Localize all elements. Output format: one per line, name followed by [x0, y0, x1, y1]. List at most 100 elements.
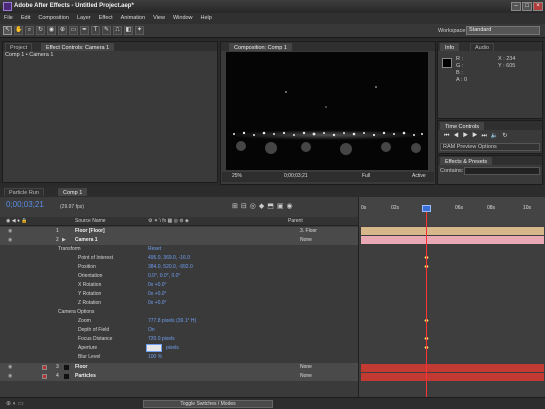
- maximize-button[interactable]: □: [522, 2, 532, 11]
- timeline-fps: (29.97 fps): [60, 204, 84, 210]
- layer-row-camera[interactable]: ◉ 2 ▶ Camera 1 None: [0, 236, 358, 245]
- close-button[interactable]: ×: [533, 2, 543, 11]
- tab-particle-run[interactable]: Particle Run: [4, 188, 44, 196]
- layer-row-floor-floor[interactable]: ◉ 1 Floor [Floor] 3. Floor: [0, 227, 358, 236]
- tab-composition[interactable]: Composition: Comp 1: [229, 43, 292, 51]
- mask-tool-icon[interactable]: ▭: [69, 26, 78, 35]
- zoom-dropdown[interactable]: 25%: [232, 173, 242, 179]
- menu-help[interactable]: Help: [197, 13, 216, 23]
- layer-row-particles[interactable]: ◉ 4 Particles None: [0, 372, 358, 381]
- eye-icon[interactable]: ◉: [8, 373, 12, 379]
- playback-controls[interactable]: ⏮◀▶▶⏭🔈↻: [444, 132, 511, 140]
- layer-name[interactable]: Floor: [75, 364, 88, 370]
- eye-icon[interactable]: ◉: [8, 237, 12, 243]
- menu-window[interactable]: Window: [169, 13, 197, 23]
- color-swatch: [442, 58, 452, 68]
- tab-comp-1[interactable]: Comp 1: [58, 188, 88, 196]
- layer-bar-camera[interactable]: [361, 236, 544, 244]
- property-row: X Rotation 0x +0.0°: [78, 282, 167, 288]
- source-name-header[interactable]: Source Name: [75, 218, 106, 224]
- parent-dropdown[interactable]: None: [300, 364, 312, 370]
- current-time-indicator-line: [426, 205, 427, 409]
- layer-number: 4: [56, 373, 59, 379]
- layer-bar-floor[interactable]: [361, 364, 544, 372]
- property-row: Zoom 777.8 pixels (39.1° H): [78, 318, 197, 324]
- tab-project[interactable]: Project: [5, 43, 33, 51]
- label-color-swatch[interactable]: [42, 374, 47, 379]
- property-row: Orientation 0.0°, 0.0°, 0.0°: [78, 273, 181, 279]
- eye-icon[interactable]: ◉: [8, 364, 12, 370]
- layer-name[interactable]: Camera 1: [75, 237, 98, 243]
- aperture-value-field[interactable]: [146, 344, 162, 352]
- timeline-track-area[interactable]: 0s 02s 04s 06s 08s 10s: [358, 197, 545, 409]
- timeline-status-bar: ⊕ ◐ ▭ Toggle Switches / Modes: [0, 397, 545, 409]
- layer-name[interactable]: Floor [Floor]: [75, 228, 105, 234]
- pan-behind-tool-icon[interactable]: ⊕: [58, 26, 67, 35]
- timeline-switch-icons[interactable]: ⊞⊟◎◆⬒▣◉: [232, 202, 296, 210]
- timeline-footer-icons[interactable]: ⊕ ◐ ▭: [6, 400, 24, 407]
- parent-header[interactable]: Parent: [288, 218, 303, 224]
- effect-controls-breadcrumb: Comp 1 • Camera 1: [5, 52, 54, 58]
- toggle-switches-modes-button[interactable]: Toggle Switches / Modes: [143, 400, 273, 408]
- layer-bar-floor-floor[interactable]: [361, 227, 544, 235]
- current-time-indicator[interactable]: [422, 205, 431, 212]
- eye-icon[interactable]: ◉: [8, 228, 12, 234]
- after-effects-app-icon: [3, 2, 12, 11]
- layer-number: 2: [56, 237, 59, 243]
- menu-view[interactable]: View: [149, 13, 169, 23]
- layer-row-floor[interactable]: ◉ 3 Floor None: [0, 363, 358, 372]
- menu-layer[interactable]: Layer: [73, 13, 95, 23]
- selection-tool-icon[interactable]: ↖: [3, 26, 12, 35]
- ram-preview-options[interactable]: RAM Preview Options: [440, 143, 540, 151]
- layer-column-header: ◉ ◀ ● 🔒 Source Name ⚙ ✶ \ fx ▦ ◎ ⊚ ◈ Par…: [0, 217, 358, 226]
- clone-stamp-tool-icon[interactable]: ⎍: [113, 26, 122, 35]
- info-g: G :: [456, 63, 464, 69]
- info-panel: Info Audio R : G : B : A : 0 X : 234 Y :…: [437, 41, 543, 119]
- effects-search-input[interactable]: [464, 167, 540, 175]
- rotation-tool-icon[interactable]: ↻: [36, 26, 45, 35]
- hand-tool-icon[interactable]: ✋: [14, 26, 23, 35]
- time-controls-panel: Time Controls ⏮◀▶▶⏭🔈↻ RAM Preview Option…: [437, 120, 543, 154]
- tab-effect-controls[interactable]: Effect Controls: Camera 1: [41, 43, 115, 51]
- property-row: Depth of Field On: [78, 327, 155, 333]
- composition-viewer[interactable]: [226, 52, 428, 170]
- tools-toolbar: ↖ ✋ ⌕ ↻ ◉ ⊕ ▭ ✒ T ✎ ⎍ ◧ ✦ Workspace: Sta…: [0, 24, 545, 38]
- resolution-dropdown[interactable]: Full: [362, 173, 370, 179]
- time-ruler[interactable]: 0s 02s 04s 06s 08s 10s: [359, 197, 545, 226]
- menu-animation[interactable]: Animation: [117, 13, 149, 23]
- parent-dropdown[interactable]: None: [300, 237, 312, 243]
- tab-effects-presets[interactable]: Effects & Presets: [440, 157, 493, 165]
- layer-bar-particles[interactable]: [361, 373, 544, 381]
- minimize-button[interactable]: –: [511, 2, 521, 11]
- zoom-tool-icon[interactable]: ⌕: [25, 26, 34, 35]
- pen-tool-icon[interactable]: ✒: [80, 26, 89, 35]
- property-row: Aperture pixels: [78, 344, 179, 352]
- contains-label: Contains:: [440, 168, 464, 174]
- current-time-display[interactable]: 0;00;03;21: [284, 173, 308, 179]
- menu-effect[interactable]: Effect: [95, 13, 117, 23]
- info-b: B :: [456, 70, 463, 76]
- camera-tool-icon[interactable]: ◉: [47, 26, 56, 35]
- puppet-tool-icon[interactable]: ✦: [135, 26, 144, 35]
- menu-file[interactable]: File: [0, 13, 17, 23]
- label-color-swatch[interactable]: [42, 365, 47, 370]
- eraser-tool-icon[interactable]: ◧: [124, 26, 133, 35]
- tab-audio[interactable]: Audio: [470, 43, 495, 51]
- property-row: Point of Interest 495.0, 369.0, -16.0: [78, 255, 190, 261]
- tab-time-controls[interactable]: Time Controls: [440, 122, 485, 130]
- brush-tool-icon[interactable]: ✎: [102, 26, 111, 35]
- workspace-dropdown[interactable]: Standard: [466, 26, 540, 35]
- text-tool-icon[interactable]: T: [91, 26, 100, 35]
- timeline-timecode[interactable]: 0;00;03;21: [6, 200, 44, 209]
- solid-icon: [64, 374, 69, 379]
- tab-info[interactable]: Info: [440, 43, 460, 51]
- composition-footer: 25% 0;00;03;21 Full Active: [222, 172, 434, 182]
- timeline-panel: 0;00;03;21 (29.97 fps) ⊞⊟◎◆⬒▣◉ ◉ ◀ ● 🔒 S…: [0, 197, 545, 409]
- parent-dropdown[interactable]: None: [300, 373, 312, 379]
- view-dropdown[interactable]: Active: [412, 173, 426, 179]
- menu-edit[interactable]: Edit: [17, 13, 34, 23]
- effects-presets-panel: Effects & Presets Contains:: [437, 155, 543, 185]
- parent-dropdown[interactable]: 3. Floor: [300, 228, 317, 234]
- layer-name[interactable]: Particles: [75, 373, 96, 379]
- menu-composition[interactable]: Composition: [34, 13, 73, 23]
